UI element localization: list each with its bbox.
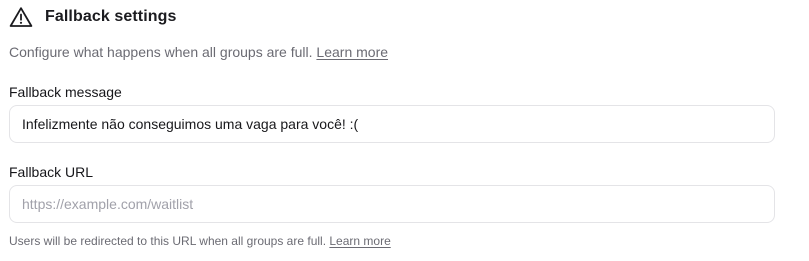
hint-text: Users will be redirected to this URL whe…: [9, 234, 327, 248]
fallback-message-input[interactable]: [9, 105, 775, 143]
section-header: Fallback settings: [9, 4, 177, 30]
learn-more-link[interactable]: Learn more: [316, 44, 388, 60]
fallback-url-input[interactable]: [9, 185, 775, 223]
fallback-url-label: Fallback URL: [9, 164, 94, 180]
section-description: Configure what happens when all groups a…: [9, 44, 388, 60]
fallback-url-hint: Users will be redirected to this URL whe…: [9, 234, 391, 248]
fallback-message-label: Fallback message: [9, 84, 122, 100]
description-text: Configure what happens when all groups a…: [9, 44, 313, 60]
section-title: Fallback settings: [45, 8, 177, 25]
hint-learn-more-link[interactable]: Learn more: [329, 234, 390, 248]
warning-triangle-icon: [9, 6, 33, 28]
